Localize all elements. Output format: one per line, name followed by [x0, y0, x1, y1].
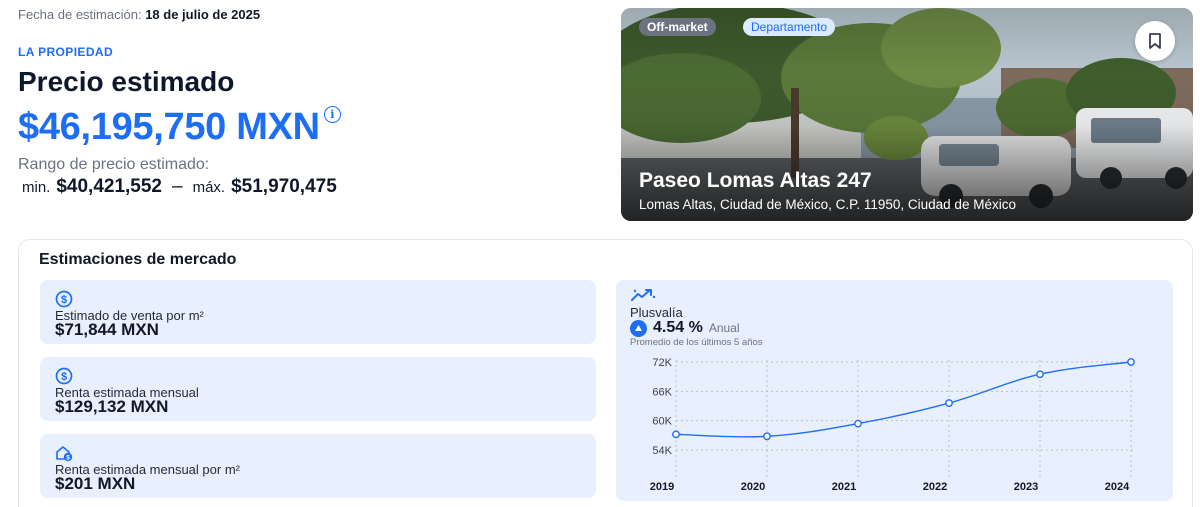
range-min-prefix: min.: [22, 179, 51, 196]
chart-x-tick-label: 2024: [1105, 481, 1130, 493]
plusvalia-line-chart: 54K 60K 66K 72K 2019 2020 2021 2022 2023 2024: [650, 357, 1135, 493]
estimated-price: $46,195,750 MXN: [18, 106, 320, 148]
range-max-prefix: máx.: [192, 179, 226, 196]
chart-y-tick-label: 60K: [652, 416, 672, 428]
dollar-circle-icon: $: [55, 290, 73, 308]
status-badge: Off-market: [639, 18, 716, 36]
chart-y-tick-label: 72K: [652, 357, 672, 369]
range-max-value: $51,970,475: [231, 176, 337, 197]
chart-x-tick-label: 2023: [1014, 481, 1038, 493]
chart-data-point: [854, 419, 862, 428]
plusvalia-panel: Plusvalía 4.54 % Anual Promedio de los ú…: [616, 280, 1173, 501]
chart-data-point: [945, 399, 953, 407]
house-dollar-icon: $: [56, 446, 73, 462]
estimation-date-value: 18 de julio de 2025: [145, 7, 261, 22]
chart-data-point: [672, 430, 680, 439]
chart-x-tick-label: 2019: [650, 481, 674, 493]
chart-y-tick-label: 66K: [652, 386, 672, 398]
metric-monthly-rent: $ Renta estimada mensual $129,132 MXN: [40, 357, 596, 421]
property-title: Paseo Lomas Altas 247: [639, 169, 872, 192]
metric-sale-per-m2: $ Estimado de venta por m² $71,844 MXN: [40, 280, 596, 344]
estimation-date-label: Fecha de estimación:: [18, 7, 142, 22]
property-card[interactable]: Off-market Departamento Paseo Lomas Alta…: [621, 8, 1193, 221]
svg-text:$: $: [61, 371, 67, 383]
metric-value: $71,844 MXN: [55, 320, 159, 339]
svg-text:$: $: [66, 455, 70, 462]
chart-y-tick-label: 54K: [652, 445, 672, 457]
property-type-badge: Departamento: [743, 18, 836, 36]
dollar-circle-icon: $: [55, 367, 73, 385]
chart-data-point: [763, 432, 771, 441]
page-title: Precio estimado: [18, 66, 235, 97]
property-address: Lomas Altas, Ciudad de México, C.P. 1195…: [639, 197, 1016, 212]
bookmark-icon: [1149, 33, 1161, 49]
chart-x-tick-label: 2020: [741, 481, 765, 493]
metric-value: $201 MXN: [55, 474, 136, 493]
price-row: $46,195,750 MXN i: [18, 104, 341, 150]
range-separator: –: [172, 176, 183, 197]
section-label: LA PROPIEDAD: [18, 45, 114, 59]
price-range-label: Rango de precio estimado:: [18, 156, 210, 173]
info-icon[interactable]: i: [323, 106, 341, 123]
chart-data-point: [1127, 358, 1135, 366]
price-range: min. $40,421,552 – máx. $51,970,475: [22, 176, 337, 198]
chart-x-tick-label: 2021: [832, 481, 856, 493]
market-estimations-card: Estimaciones de mercado $ Estimado de ve…: [18, 239, 1193, 507]
chart-x-tick-label: 2022: [923, 481, 947, 493]
range-min-value: $40,421,552: [56, 176, 163, 197]
market-title: Estimaciones de mercado: [39, 251, 237, 268]
chart-series-line: [675, 361, 1132, 438]
metric-monthly-rent-per-m2: $ Renta estimada mensual por m² $201 MXN: [40, 434, 596, 498]
estimation-date: Fecha de estimación: 18 de julio de 2025: [18, 7, 260, 22]
svg-text:$: $: [61, 294, 67, 306]
metric-value: $129,132 MXN: [55, 397, 169, 416]
bookmark-button[interactable]: [1135, 21, 1175, 61]
chart-data-point: [1036, 370, 1044, 379]
